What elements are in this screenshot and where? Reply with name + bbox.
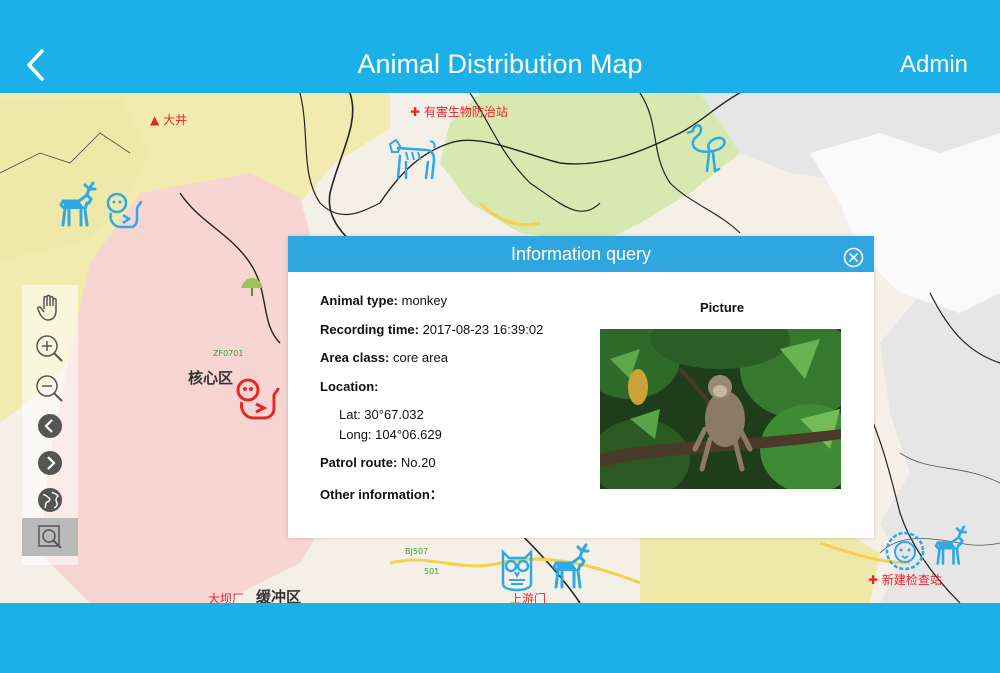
longitude: Long: 104°06.629 xyxy=(339,427,442,442)
deer-icon xyxy=(934,525,968,565)
deer-icon xyxy=(552,543,590,589)
top-bar xyxy=(0,0,1000,36)
query-button[interactable] xyxy=(22,518,78,556)
page-title: Animal Distribution Map xyxy=(357,49,643,79)
animal-type-value: monkey xyxy=(398,293,448,308)
next-button[interactable] xyxy=(22,444,78,482)
hand-icon xyxy=(37,294,57,321)
close-button[interactable] xyxy=(843,244,864,268)
deer-marker-3[interactable] xyxy=(930,525,970,572)
map-label-dajing: ▲ 大井 xyxy=(150,113,188,127)
recording-time-value: 2017-08-23 16:39:02 xyxy=(418,322,544,337)
information-query-panel: Information query Animal type: monkey Re… xyxy=(288,236,874,538)
animal-photo xyxy=(600,329,841,489)
previous-button[interactable] xyxy=(22,407,78,445)
map-toolbar xyxy=(22,285,78,565)
deer-marker[interactable] xyxy=(55,181,99,234)
patrol-route-value: No.20 xyxy=(397,455,436,470)
location-label: Location: xyxy=(320,379,379,394)
flamingo-icon xyxy=(686,124,726,173)
other-information-row: Other information： xyxy=(320,484,443,503)
owl-marker[interactable] xyxy=(497,548,537,601)
area-class-label: Area class: xyxy=(320,350,390,365)
close-icon xyxy=(843,247,864,268)
admin-user-button[interactable]: Admin xyxy=(900,51,968,79)
other-information-label: Other information： xyxy=(320,487,443,502)
latitude: Lat: 30°67.032 xyxy=(339,407,424,422)
query-icon xyxy=(38,525,62,549)
panel-header: Information query xyxy=(288,236,874,272)
monkey-alert-icon xyxy=(236,378,280,420)
pan-tool-button[interactable] xyxy=(22,288,78,326)
animal-type-label: Animal type: xyxy=(320,293,399,308)
lion-marker[interactable] xyxy=(884,530,926,577)
map-label-code-501: 501 xyxy=(424,567,440,576)
monkey-marker-red[interactable] xyxy=(234,378,282,427)
tiger-icon xyxy=(388,138,436,180)
map-label-bj-code: BJ507 xyxy=(405,547,429,556)
patrol-route-row: Patrol route: No.20 xyxy=(320,455,436,470)
patrol-route-label: Patrol route: xyxy=(320,455,398,470)
deer-icon xyxy=(59,181,97,227)
globe-icon xyxy=(38,488,62,512)
zoom-in-icon xyxy=(36,335,63,362)
tiger-marker[interactable] xyxy=(386,138,438,185)
area-class-value: core area xyxy=(389,350,448,365)
map-label-red-partial: 大坝厂 xyxy=(208,592,245,603)
deer-marker-2[interactable] xyxy=(548,543,592,596)
flamingo-marker[interactable] xyxy=(683,121,731,178)
map-label-core-zone: 核心区 xyxy=(188,369,234,387)
bottom-bar xyxy=(0,603,1000,673)
map-label-pest-station: ✚ 有害生物防治站 xyxy=(410,105,508,119)
zoom-in-button[interactable] xyxy=(22,330,78,368)
lion-icon xyxy=(885,531,925,571)
app-header: Animal Distribution Map Admin xyxy=(0,36,1000,93)
monkey-icon xyxy=(106,192,143,229)
zoom-out-button[interactable] xyxy=(22,370,78,408)
map-label-zf-code: ZF0701 xyxy=(213,349,244,358)
tree-marker xyxy=(239,276,265,303)
animal-type-row: Animal type: monkey xyxy=(320,293,447,308)
chevron-right-circle-icon xyxy=(38,451,62,475)
panel-title: Information query xyxy=(510,244,652,264)
map-label-buffer-zone: 缓冲区 xyxy=(256,588,302,603)
chevron-left-circle-icon xyxy=(38,414,62,438)
picture-label: Picture xyxy=(700,300,745,315)
zoom-out-icon xyxy=(36,375,63,402)
area-class-row: Area class: core area xyxy=(320,350,448,365)
owl-icon xyxy=(501,548,533,592)
globe-button[interactable] xyxy=(22,481,78,519)
recording-time-row: Recording time: 2017-08-23 16:39:02 xyxy=(320,322,543,337)
monkey-marker-blue[interactable] xyxy=(103,191,143,236)
location-row: Location: xyxy=(320,379,379,394)
tree-icon xyxy=(241,278,263,296)
recording-time-label: Recording time: xyxy=(320,322,419,337)
monkey-photo-image xyxy=(600,329,841,489)
